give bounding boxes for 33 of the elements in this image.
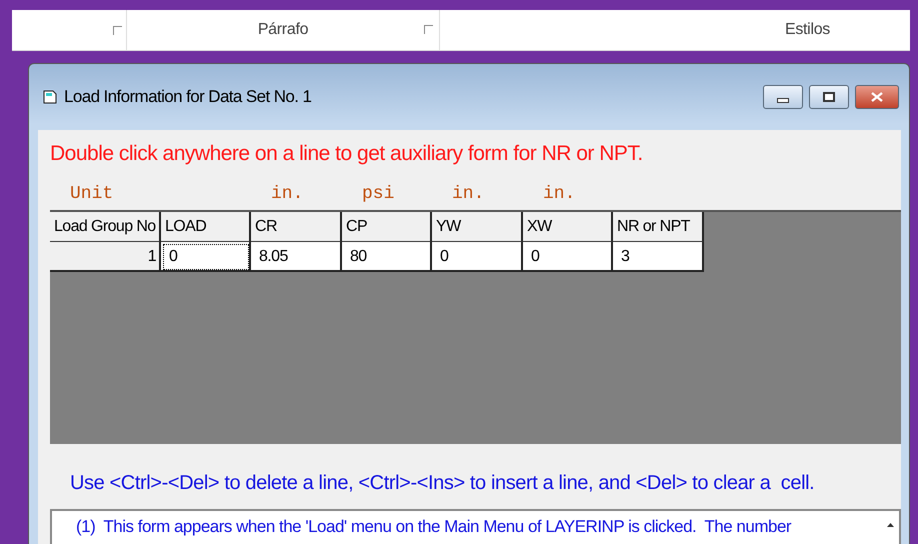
table-cell[interactable]: 0: [161, 242, 251, 272]
close-icon: [871, 92, 883, 102]
column-header[interactable]: XW: [523, 212, 613, 242]
instruction-text: Double click anywhere on a line to get auxiliary form for NR or NPT.: [50, 142, 644, 166]
table-cell[interactable]: 80: [342, 242, 432, 272]
ribbon-group-label: Estilos: [784, 21, 830, 39]
form-icon: [42, 89, 58, 105]
column-header[interactable]: NR or NPT: [613, 212, 704, 242]
dialog-launcher-icon[interactable]: [424, 25, 433, 34]
ribbon-group-label: Párrafo: [258, 21, 308, 39]
table-cell[interactable]: 8.05: [251, 242, 342, 272]
minimize-button[interactable]: [763, 85, 803, 109]
unit-label: Unit: [70, 184, 114, 204]
scroll-up-arrow-icon[interactable]: [886, 523, 894, 527]
dialog-launcher-icon[interactable]: [113, 26, 122, 34]
unit-label: psi: [362, 184, 394, 204]
table-cell[interactable]: 0: [432, 242, 523, 272]
table-cell[interactable]: 3: [613, 242, 704, 272]
unit-label: in.: [452, 184, 484, 204]
window-title: Load Information for Data Set No. 1: [64, 87, 312, 107]
unit-label: in.: [543, 184, 576, 204]
maximize-button[interactable]: [809, 85, 849, 109]
column-header[interactable]: CR: [251, 212, 342, 242]
close-button[interactable]: [855, 85, 899, 109]
hint-text: Use <Ctrl>-<Del> to delete a line, <Ctrl>-<Ins> to insert a line, and <Del> to clear a cell.: [70, 472, 816, 495]
row-header: 1: [50, 242, 161, 272]
notes-text: (1) This form appears when the 'Load' menu on the Main Menu of LAYERINP is clicked. The number: [76, 517, 792, 538]
table-cell[interactable]: 0: [523, 242, 613, 272]
column-header[interactable]: LOAD: [161, 212, 251, 242]
column-header[interactable]: CP: [342, 212, 432, 242]
column-header[interactable]: Load Group No: [50, 212, 161, 242]
column-header[interactable]: YW: [432, 212, 523, 242]
unit-label: in.: [271, 184, 304, 204]
